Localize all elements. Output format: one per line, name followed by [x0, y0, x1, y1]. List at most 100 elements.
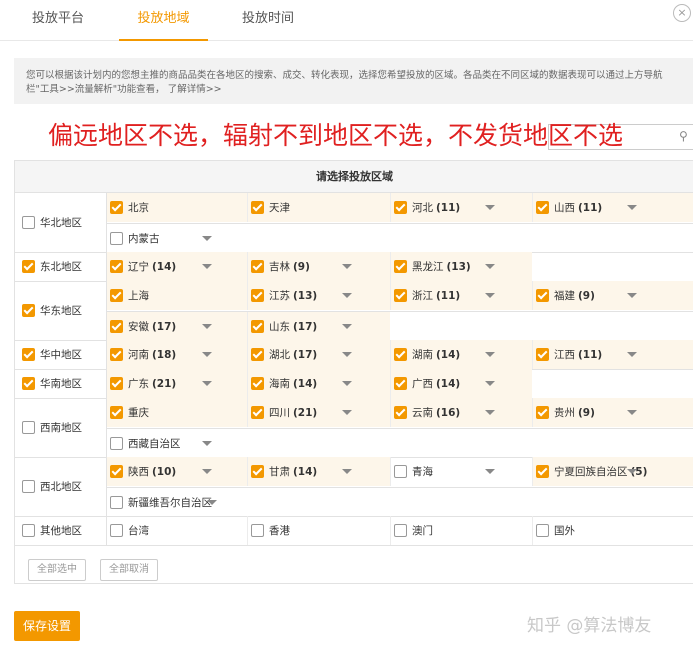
chevron-down-icon[interactable]	[485, 381, 495, 386]
region-checkbox[interactable]	[22, 524, 35, 537]
province-checkbox[interactable]	[536, 201, 549, 214]
province-checkbox[interactable]	[251, 406, 264, 419]
province-checkbox[interactable]	[394, 289, 407, 302]
province-checkbox[interactable]	[251, 524, 264, 537]
province-checkbox[interactable]	[251, 348, 264, 361]
region-label[interactable]: 西南地区	[15, 398, 107, 457]
province-checkbox[interactable]	[110, 348, 123, 361]
region-checkbox[interactable]	[22, 348, 35, 361]
province-cell[interactable]: 陕西 (10)	[107, 457, 247, 486]
province-cell[interactable]: 吉林 (9)	[247, 252, 390, 281]
province-cell[interactable]: 浙江 (11)	[390, 281, 532, 310]
province-checkbox[interactable]	[251, 260, 264, 273]
province-checkbox[interactable]	[110, 320, 123, 333]
chevron-down-icon[interactable]	[342, 293, 352, 298]
province-checkbox[interactable]	[251, 289, 264, 302]
province-cell[interactable]: 北京	[107, 193, 247, 222]
province-checkbox[interactable]	[110, 260, 123, 273]
region-checkbox[interactable]	[22, 377, 35, 390]
province-checkbox[interactable]	[110, 377, 123, 390]
province-checkbox[interactable]	[110, 437, 123, 450]
province-checkbox[interactable]	[536, 348, 549, 361]
chevron-down-icon[interactable]	[485, 469, 495, 474]
chevron-down-icon[interactable]	[627, 293, 637, 298]
region-label[interactable]: 西北地区	[15, 457, 107, 516]
chevron-down-icon[interactable]	[485, 410, 495, 415]
chevron-down-icon[interactable]	[485, 205, 495, 210]
province-cell[interactable]: 海南 (14)	[247, 369, 390, 398]
province-cell[interactable]: 山西 (11)	[532, 193, 693, 222]
province-cell[interactable]: 湖北 (17)	[247, 340, 390, 369]
learn-more-link[interactable]: 了解详情>>	[168, 84, 222, 95]
province-checkbox[interactable]	[251, 320, 264, 333]
province-checkbox[interactable]	[394, 406, 407, 419]
province-cell[interactable]: 宁夏回族自治区 (5)	[532, 457, 693, 486]
province-checkbox[interactable]	[251, 465, 264, 478]
save-button[interactable]: 保存设置	[14, 611, 80, 641]
province-cell[interactable]: 安徽 (17)	[107, 312, 247, 341]
chevron-down-icon[interactable]	[342, 324, 352, 329]
province-cell[interactable]: 西藏自治区	[107, 429, 247, 458]
province-checkbox[interactable]	[110, 406, 123, 419]
tab-region[interactable]: 投放地域	[119, 0, 208, 41]
province-checkbox[interactable]	[536, 524, 549, 537]
region-checkbox[interactable]	[22, 216, 35, 229]
province-cell[interactable]: 台湾	[107, 516, 247, 545]
province-cell[interactable]: 甘肃 (14)	[247, 457, 390, 486]
tab-platform[interactable]: 投放平台	[18, 0, 98, 41]
province-cell[interactable]: 河南 (18)	[107, 340, 247, 369]
province-checkbox[interactable]	[536, 465, 549, 478]
region-checkbox[interactable]	[22, 260, 35, 273]
region-label[interactable]: 其他地区	[15, 516, 107, 545]
chevron-down-icon[interactable]	[202, 324, 212, 329]
chevron-down-icon[interactable]	[202, 236, 212, 241]
region-label[interactable]: 东北地区	[15, 252, 107, 281]
close-icon[interactable]: ×	[673, 4, 691, 22]
province-checkbox[interactable]	[110, 524, 123, 537]
chevron-down-icon[interactable]	[342, 352, 352, 357]
chevron-down-icon[interactable]	[202, 264, 212, 269]
province-checkbox[interactable]	[394, 377, 407, 390]
chevron-down-icon[interactable]	[485, 293, 495, 298]
province-cell[interactable]: 江苏 (13)	[247, 281, 390, 310]
province-checkbox[interactable]	[110, 232, 123, 245]
province-cell[interactable]: 云南 (16)	[390, 398, 532, 427]
chevron-down-icon[interactable]	[202, 352, 212, 357]
chevron-down-icon[interactable]	[627, 352, 637, 357]
province-cell[interactable]: 广西 (14)	[390, 369, 532, 398]
select-all-button[interactable]: 全部选中	[28, 559, 86, 581]
province-cell[interactable]: 上海	[107, 281, 247, 310]
province-cell[interactable]: 黑龙江 (13)	[390, 252, 532, 281]
province-cell[interactable]: 香港	[247, 516, 390, 545]
chevron-down-icon[interactable]	[485, 264, 495, 269]
province-cell[interactable]: 国外	[532, 516, 693, 545]
province-checkbox[interactable]	[394, 465, 407, 478]
chevron-down-icon[interactable]	[202, 381, 212, 386]
province-cell[interactable]: 福建 (9)	[532, 281, 693, 310]
province-checkbox[interactable]	[394, 201, 407, 214]
chevron-down-icon[interactable]	[202, 469, 212, 474]
province-checkbox[interactable]	[251, 201, 264, 214]
province-checkbox[interactable]	[394, 524, 407, 537]
province-checkbox[interactable]	[110, 465, 123, 478]
chevron-down-icon[interactable]	[485, 352, 495, 357]
chevron-down-icon[interactable]	[342, 469, 352, 474]
province-cell[interactable]: 青海	[390, 457, 532, 486]
province-cell[interactable]: 澳门	[390, 516, 532, 545]
tab-time[interactable]: 投放时间	[228, 0, 308, 41]
province-checkbox[interactable]	[536, 406, 549, 419]
province-checkbox[interactable]	[110, 496, 123, 509]
province-cell[interactable]: 广东 (21)	[107, 369, 247, 398]
region-label[interactable]: 华东地区	[15, 281, 107, 340]
cancel-all-button[interactable]: 全部取消	[100, 559, 158, 581]
chevron-down-icon[interactable]	[342, 381, 352, 386]
province-cell[interactable]: 天津	[247, 193, 390, 222]
province-checkbox[interactable]	[251, 377, 264, 390]
region-checkbox[interactable]	[22, 304, 35, 317]
chevron-down-icon[interactable]	[627, 205, 637, 210]
province-cell[interactable]: 湖南 (14)	[390, 340, 532, 369]
region-label[interactable]: 华南地区	[15, 369, 107, 398]
region-label[interactable]: 华中地区	[15, 340, 107, 369]
chevron-down-icon[interactable]	[627, 410, 637, 415]
chevron-down-icon[interactable]	[627, 469, 637, 474]
